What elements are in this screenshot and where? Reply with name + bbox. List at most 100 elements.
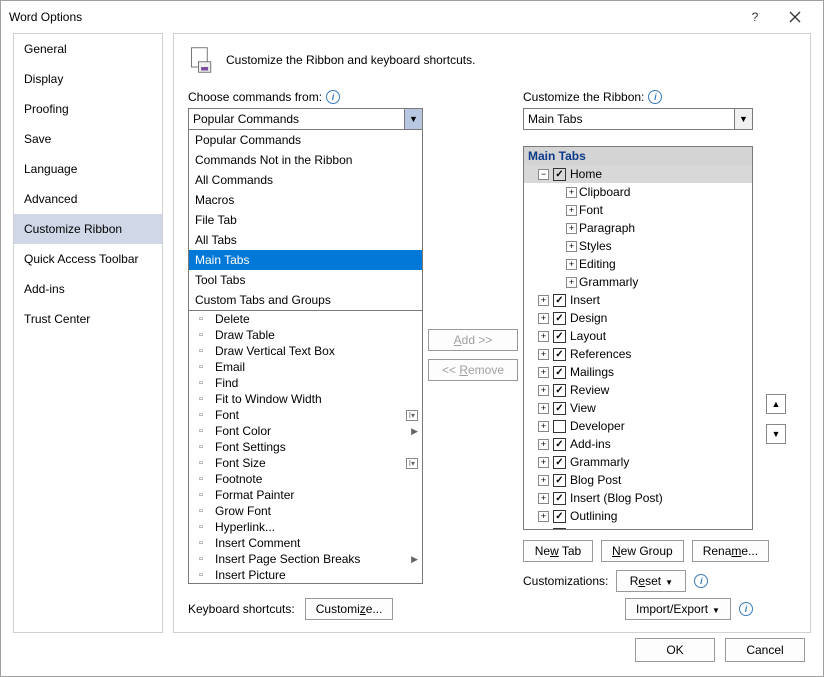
command-item[interactable]: ▫Grow Font bbox=[189, 503, 422, 519]
command-item[interactable]: ▫Draw Vertical Text Box bbox=[189, 343, 422, 359]
sidebar-item-language[interactable]: Language bbox=[14, 154, 162, 184]
expand-toggle[interactable]: + bbox=[538, 457, 549, 468]
rename-button[interactable]: Rename... bbox=[692, 540, 769, 562]
expand-toggle[interactable]: + bbox=[566, 205, 577, 216]
expand-toggle[interactable]: + bbox=[566, 259, 577, 270]
remove-button[interactable]: << Remove bbox=[428, 359, 518, 381]
command-item[interactable]: ▫Draw Table bbox=[189, 327, 422, 343]
command-item[interactable]: ▫Footnote bbox=[189, 471, 422, 487]
command-item[interactable]: ▫FontI▾ bbox=[189, 407, 422, 423]
reset-button[interactable]: Reset▼ bbox=[616, 570, 686, 592]
sidebar-item-trust-center[interactable]: Trust Center bbox=[14, 304, 162, 334]
expand-toggle[interactable]: + bbox=[538, 439, 549, 450]
cancel-button[interactable]: Cancel bbox=[725, 638, 805, 662]
tree-row[interactable]: +Background Removal bbox=[524, 525, 752, 530]
tree-checkbox[interactable] bbox=[553, 456, 566, 469]
command-item[interactable]: ▫Email bbox=[189, 359, 422, 375]
expand-toggle[interactable]: − bbox=[538, 169, 549, 180]
tree-checkbox[interactable] bbox=[553, 294, 566, 307]
dropdown-option[interactable]: Custom Tabs and Groups bbox=[189, 290, 422, 310]
sidebar-item-add-ins[interactable]: Add-ins bbox=[14, 274, 162, 304]
tree-row[interactable]: +View bbox=[524, 399, 752, 417]
command-item[interactable]: ▫Format Painter bbox=[189, 487, 422, 503]
expand-toggle[interactable]: + bbox=[566, 277, 577, 288]
tree-checkbox[interactable] bbox=[553, 510, 566, 523]
sidebar-item-quick-access-toolbar[interactable]: Quick Access Toolbar bbox=[14, 244, 162, 274]
tree-row[interactable]: +Layout bbox=[524, 327, 752, 345]
tree-row[interactable]: +Insert (Blog Post) bbox=[524, 489, 752, 507]
info-icon[interactable]: i bbox=[648, 90, 662, 104]
info-icon[interactable]: i bbox=[694, 574, 708, 588]
new-group-button[interactable]: New Group bbox=[601, 540, 684, 562]
help-button[interactable]: ? bbox=[735, 3, 775, 31]
info-icon[interactable]: i bbox=[739, 602, 753, 616]
expand-toggle[interactable]: + bbox=[538, 295, 549, 306]
tree-row[interactable]: +Styles bbox=[524, 237, 752, 255]
tree-row[interactable]: −Home bbox=[524, 165, 752, 183]
dropdown-option[interactable]: All Commands bbox=[189, 170, 422, 190]
sidebar-item-proofing[interactable]: Proofing bbox=[14, 94, 162, 124]
expand-toggle[interactable]: + bbox=[538, 421, 549, 432]
expand-toggle[interactable]: + bbox=[538, 529, 549, 531]
command-item[interactable]: ▫Font Settings bbox=[189, 439, 422, 455]
tree-row[interactable]: +Design bbox=[524, 309, 752, 327]
command-item[interactable]: ▫Fit to Window Width bbox=[189, 391, 422, 407]
expand-toggle[interactable]: + bbox=[538, 493, 549, 504]
customize-ribbon-select[interactable]: Main Tabs ▼ bbox=[523, 108, 753, 130]
expand-toggle[interactable]: + bbox=[538, 403, 549, 414]
tree-checkbox[interactable] bbox=[553, 384, 566, 397]
tree-row[interactable]: +Mailings bbox=[524, 363, 752, 381]
command-item[interactable]: ▫Delete bbox=[189, 311, 422, 327]
tree-checkbox[interactable] bbox=[553, 168, 566, 181]
tree-checkbox[interactable] bbox=[553, 492, 566, 505]
command-item[interactable]: ▫Insert Picture bbox=[189, 567, 422, 583]
command-item[interactable]: ▫Hyperlink... bbox=[189, 519, 422, 535]
dropdown-option[interactable]: All Tabs bbox=[189, 230, 422, 250]
command-item[interactable]: ▫Font Color▶ bbox=[189, 423, 422, 439]
commands-listbox[interactable]: ▫Delete▫Draw Table▫Draw Vertical Text Bo… bbox=[188, 311, 423, 584]
choose-commands-select[interactable]: Popular Commands ▼ bbox=[188, 108, 423, 130]
sidebar-item-save[interactable]: Save bbox=[14, 124, 162, 154]
expand-toggle[interactable]: + bbox=[538, 385, 549, 396]
expand-toggle[interactable]: + bbox=[538, 367, 549, 378]
tree-row[interactable]: +Outlining bbox=[524, 507, 752, 525]
tree-checkbox[interactable] bbox=[553, 402, 566, 415]
tree-row[interactable]: +Font bbox=[524, 201, 752, 219]
tree-checkbox[interactable] bbox=[553, 420, 566, 433]
tree-checkbox[interactable] bbox=[553, 312, 566, 325]
dropdown-option[interactable]: Tool Tabs bbox=[189, 270, 422, 290]
tree-row[interactable]: +Paragraph bbox=[524, 219, 752, 237]
tree-row[interactable]: +Review bbox=[524, 381, 752, 399]
info-icon[interactable]: i bbox=[326, 90, 340, 104]
tree-checkbox[interactable] bbox=[553, 348, 566, 361]
expand-toggle[interactable]: + bbox=[566, 187, 577, 198]
tree-row[interactable]: +Add-ins bbox=[524, 435, 752, 453]
tree-row[interactable]: +Developer bbox=[524, 417, 752, 435]
move-up-button[interactable]: ▲ bbox=[766, 394, 786, 414]
expand-toggle[interactable]: + bbox=[538, 475, 549, 486]
expand-toggle[interactable]: + bbox=[566, 241, 577, 252]
tree-row[interactable]: +Clipboard bbox=[524, 183, 752, 201]
command-item[interactable]: ▫Insert Text Box bbox=[189, 583, 422, 584]
add-button[interactable]: Add >> bbox=[428, 329, 518, 351]
tree-row[interactable]: +Blog Post bbox=[524, 471, 752, 489]
command-item[interactable]: ▫Insert Comment bbox=[189, 535, 422, 551]
dropdown-option[interactable]: Commands Not in the Ribbon bbox=[189, 150, 422, 170]
sidebar-item-customize-ribbon[interactable]: Customize Ribbon bbox=[14, 214, 162, 244]
tree-checkbox[interactable] bbox=[553, 438, 566, 451]
ok-button[interactable]: OK bbox=[635, 638, 715, 662]
tree-checkbox[interactable] bbox=[553, 330, 566, 343]
sidebar-item-general[interactable]: General bbox=[14, 34, 162, 64]
command-item[interactable]: ▫Insert Page Section Breaks▶ bbox=[189, 551, 422, 567]
tree-row[interactable]: +Grammarly bbox=[524, 273, 752, 291]
tree-row[interactable]: +Grammarly bbox=[524, 453, 752, 471]
tree-row[interactable]: +References bbox=[524, 345, 752, 363]
customize-shortcuts-button[interactable]: Customize... bbox=[305, 598, 394, 620]
expand-toggle[interactable]: + bbox=[538, 349, 549, 360]
dropdown-option[interactable]: File Tab bbox=[189, 210, 422, 230]
expand-toggle[interactable]: + bbox=[566, 223, 577, 234]
tree-row[interactable]: +Insert bbox=[524, 291, 752, 309]
new-tab-button[interactable]: New Tab bbox=[523, 540, 593, 562]
ribbon-tree[interactable]: Main Tabs−Home+Clipboard+Font+Paragraph+… bbox=[523, 146, 753, 530]
expand-toggle[interactable]: + bbox=[538, 313, 549, 324]
